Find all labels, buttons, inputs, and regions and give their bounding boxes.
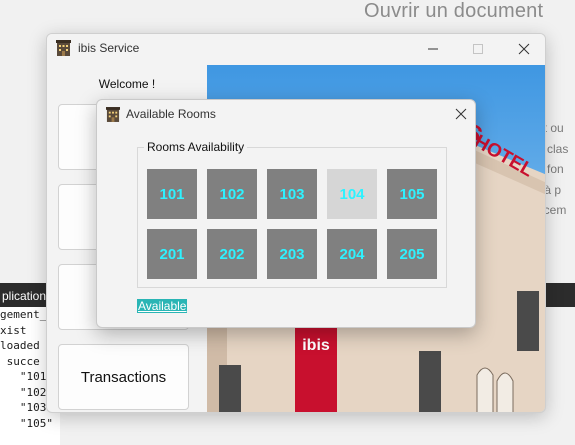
rooms-availability-group: Rooms Availability 101 102 103 104 105 2…: [137, 140, 447, 288]
background-document-title: Ouvrir un document: [364, 0, 544, 22]
transactions-button[interactable]: Transactions: [58, 344, 189, 410]
welcome-label: Welcome !: [98, 77, 156, 91]
dialog-title: Available Rooms: [126, 107, 216, 121]
hotel-building-icon: [56, 40, 71, 56]
room-104-button[interactable]: 104: [327, 169, 377, 219]
maximize-button[interactable]: [455, 34, 501, 64]
main-titlebar[interactable]: ibis Service: [47, 34, 545, 64]
room-201-button[interactable]: 201: [147, 229, 197, 279]
minimize-button[interactable]: [410, 34, 456, 64]
maximize-icon: [473, 44, 483, 54]
room-102-button[interactable]: 102: [207, 169, 257, 219]
room-205-button[interactable]: 205: [387, 229, 437, 279]
group-title: Rooms Availability: [144, 140, 248, 154]
window-title: ibis Service: [78, 41, 140, 55]
room-103-button[interactable]: 103: [267, 169, 317, 219]
hotel-building-icon: [106, 107, 120, 122]
close-button[interactable]: [501, 34, 545, 64]
room-203-button[interactable]: 203: [267, 229, 317, 279]
available-rooms-dialog: Available Rooms Rooms Availability 101 1…: [96, 99, 476, 328]
terminal-line: "105": [0, 416, 53, 430]
room-101-button[interactable]: 101: [147, 169, 197, 219]
room-202-button[interactable]: 202: [207, 229, 257, 279]
available-legend: Available: [137, 299, 188, 313]
background-dark-bar: [546, 283, 575, 307]
room-105-button[interactable]: 105: [387, 169, 437, 219]
dialog-close-button[interactable]: [449, 102, 473, 126]
close-icon: [518, 43, 530, 55]
close-icon: [455, 108, 467, 120]
svg-text:ibis: ibis: [302, 337, 330, 354]
room-204-button[interactable]: 204: [327, 229, 377, 279]
minimize-icon: [428, 48, 438, 50]
